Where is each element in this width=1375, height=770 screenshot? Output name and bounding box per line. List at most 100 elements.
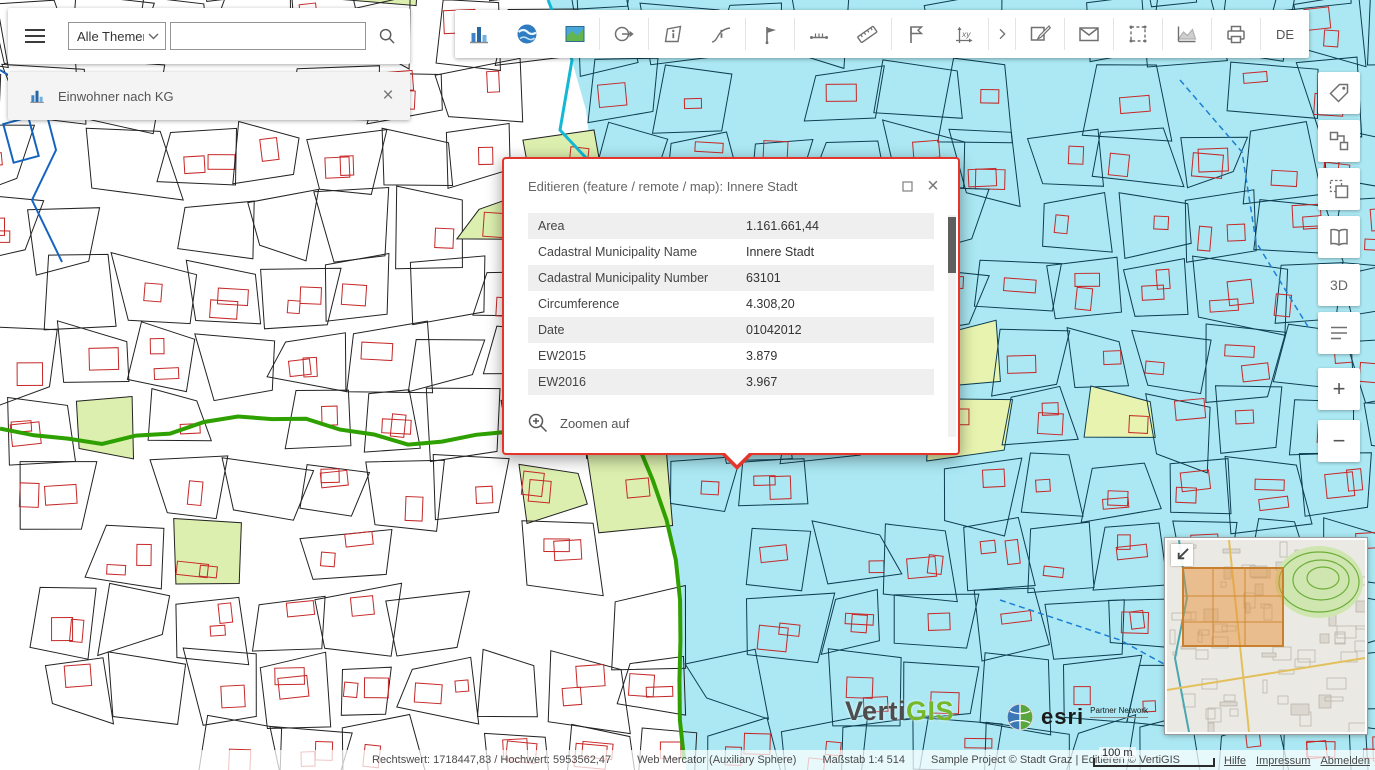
placemark-icon: [758, 22, 782, 46]
edit-dialog: Editieren (feature / remote / map): Inne…: [502, 157, 960, 455]
coordinates-button[interactable]: xy: [940, 10, 988, 58]
threed-button[interactable]: 3D: [1318, 264, 1360, 306]
dimension-icon: [807, 22, 831, 46]
identify-button[interactable]: [600, 10, 648, 58]
printer-icon: [1224, 22, 1248, 46]
dialog-scrollbar[interactable]: [948, 215, 956, 437]
search-bar: Alle Themen: [8, 8, 410, 64]
field-value: 3.879: [746, 349, 934, 363]
attachments-button[interactable]: [1318, 72, 1360, 114]
status-bar: Rechtswert: 1718447,83 / Hochwert: 59535…: [372, 750, 1180, 770]
vertigis-logo-text: Verti: [845, 696, 906, 726]
esri-logo-text: esri: [1041, 704, 1084, 730]
bar-chart-icon: [28, 87, 46, 105]
edit-button[interactable]: [1016, 10, 1064, 58]
expand-arrow-icon: [1171, 544, 1193, 566]
maximize-icon: [900, 179, 915, 194]
print-button[interactable]: [1212, 10, 1260, 58]
overview-map[interactable]: [1165, 538, 1367, 734]
vertigis-logo-gis: GIS: [906, 696, 954, 726]
zoom-to-action[interactable]: Zoomen auf: [504, 395, 653, 453]
bookmark-button[interactable]: [892, 10, 940, 58]
toolbar-expand-button[interactable]: [989, 10, 1015, 58]
field-label: EW2016: [528, 375, 746, 389]
field-label: Cadastral Municipality Number: [528, 271, 746, 285]
list-icon: [1327, 321, 1351, 345]
chevron-right-icon: [994, 26, 1010, 42]
esri-partner-label: Partner Network: [1090, 706, 1148, 718]
dialog-row: Date01042012: [528, 317, 934, 343]
identify-polygon-button[interactable]: [649, 10, 697, 58]
close-icon[interactable]: ×: [920, 175, 946, 197]
language-label: DE: [1276, 27, 1294, 42]
search-icon: [377, 26, 397, 46]
search-input[interactable]: [170, 22, 366, 50]
mail-button[interactable]: [1065, 10, 1113, 58]
search-category-select[interactable]: Alle Themen: [68, 22, 166, 50]
polygon-info-icon: [661, 22, 685, 46]
language-button[interactable]: DE: [1261, 10, 1309, 58]
globe-icon: [515, 22, 539, 46]
overview-map-canvas: [1167, 540, 1365, 732]
basemap-icon: [563, 22, 587, 46]
identify-line-button[interactable]: [697, 10, 745, 58]
field-label: Circumference: [528, 297, 746, 311]
placemark-button[interactable]: [746, 10, 794, 58]
side-toolbar: 3D: [1318, 72, 1360, 354]
dialog-title: Editieren (feature / remote / map): Inne…: [528, 179, 894, 194]
status-coordinates: Rechtswert: 1718447,83 / Hochwert: 59535…: [372, 754, 611, 766]
field-label: Cadastral Municipality Name: [528, 245, 746, 259]
results-panel[interactable]: Einwohner nach KG ×: [8, 72, 410, 120]
scale-bar-label: 100 m: [1099, 747, 1136, 759]
profile-button[interactable]: [1163, 10, 1211, 58]
dialog-row: Cadastral Municipality Number63101: [528, 265, 934, 291]
dialog-row: EW20153.879: [528, 343, 934, 369]
ruler-icon: [855, 22, 879, 46]
esri-globe-icon: [1005, 702, 1035, 732]
status-scale: Maßstab 1:4 514: [822, 754, 905, 766]
help-link[interactable]: Hilfe: [1224, 755, 1246, 767]
dialog-row: EW20163.967: [528, 369, 934, 395]
search-category-label: Alle Themen: [77, 29, 144, 44]
expand-button[interactable]: [1171, 544, 1193, 566]
logout-link[interactable]: Abmelden: [1320, 755, 1370, 767]
google-earth-button[interactable]: [503, 10, 551, 58]
select-region-button[interactable]: [1114, 10, 1162, 58]
edit-checkbox-icon: [1028, 22, 1052, 46]
scrollbar-thumb[interactable]: [948, 217, 956, 273]
field-value: 4.308,20: [746, 297, 934, 311]
dialog-row: Cadastral Municipality NameInnere Stadt: [528, 239, 934, 265]
svg-text:xy: xy: [961, 29, 971, 39]
panel-title: Einwohner nach KG: [58, 89, 368, 104]
swipe-button[interactable]: [1318, 168, 1360, 210]
footer-links: Hilfe Impressum Abmelden: [1224, 755, 1370, 767]
identify-icon: [612, 22, 636, 46]
workflow-button[interactable]: [1318, 120, 1360, 162]
envelope-icon: [1077, 22, 1101, 46]
legend-button[interactable]: [1318, 216, 1360, 258]
zoom-in-button[interactable]: +: [1318, 368, 1360, 410]
basemap-button[interactable]: [551, 10, 599, 58]
zoom-controls: + −: [1318, 368, 1360, 462]
measure-segment-button[interactable]: [795, 10, 843, 58]
area-chart-icon: [1175, 22, 1199, 46]
close-icon[interactable]: ×: [368, 76, 408, 116]
dialog-header: Editieren (feature / remote / map): Inne…: [504, 159, 958, 207]
bar-chart-icon: [467, 22, 491, 46]
measure-distance-button[interactable]: [843, 10, 891, 58]
zoom-out-button[interactable]: −: [1318, 420, 1360, 462]
layer-list-button[interactable]: [1318, 312, 1360, 354]
menu-button[interactable]: [8, 8, 62, 64]
search-button[interactable]: [366, 15, 408, 57]
statistics-button[interactable]: [455, 10, 503, 58]
main-toolbar: xy DE: [455, 10, 1309, 58]
maximize-button[interactable]: [894, 175, 920, 197]
field-value: 63101: [746, 271, 934, 285]
dialog-row: Area1.161.661,44: [528, 213, 934, 239]
field-label: Date: [528, 323, 746, 337]
impressum-link[interactable]: Impressum: [1256, 755, 1310, 767]
workflow-icon: [1327, 129, 1351, 153]
flag-icon: [904, 22, 928, 46]
map-application: Alle Themen Einwohner nach KG ×: [0, 0, 1375, 770]
transparency-icon: [1327, 177, 1351, 201]
